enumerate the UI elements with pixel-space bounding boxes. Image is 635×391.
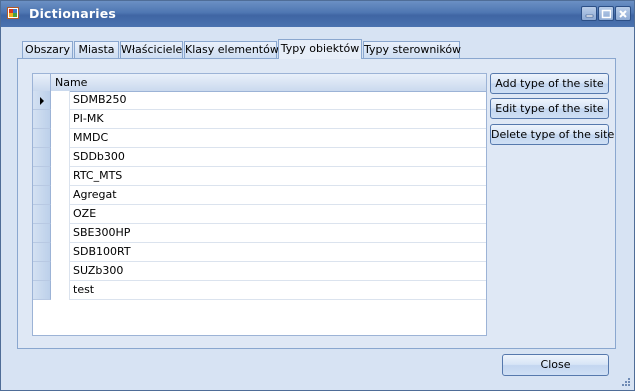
app-icon [7, 7, 19, 19]
window-title: Dictionaries [29, 6, 117, 21]
name-cell[interactable]: SBE300HP [69, 224, 486, 243]
grid-header: Name [33, 74, 486, 92]
close-button[interactable]: Close [502, 354, 609, 376]
column-header-name[interactable]: Name [55, 76, 87, 89]
name-cell[interactable]: RTC_MTS [69, 167, 486, 186]
row-selector[interactable] [33, 224, 51, 243]
tab-klasy-elementow[interactable]: Klasy elementów [184, 41, 279, 58]
table-row[interactable]: SDMB250 [33, 91, 486, 110]
row-selector[interactable] [33, 281, 51, 300]
table-row[interactable]: SUZb300 [33, 262, 486, 281]
types-grid[interactable]: Name SDMB250 PI-MK MMDC SDDb300 RTC_MTS … [32, 73, 487, 336]
table-row[interactable]: OZE [33, 205, 486, 224]
row-selector[interactable] [33, 110, 51, 129]
row-selector[interactable] [33, 148, 51, 167]
table-row[interactable]: SDDb300 [33, 148, 486, 167]
tab-obszary[interactable]: Obszary [22, 41, 73, 58]
minimize-icon [585, 14, 594, 18]
row-selector[interactable] [33, 243, 51, 262]
grid-corner [33, 74, 51, 91]
name-cell[interactable]: OZE [69, 205, 486, 224]
resize-grip-icon[interactable] [622, 378, 631, 387]
tab-wlasciciele[interactable]: Właściciele [120, 41, 183, 58]
minimize-button[interactable] [581, 6, 597, 21]
row-selector[interactable] [33, 205, 51, 224]
table-row[interactable]: MMDC [33, 129, 486, 148]
table-row[interactable]: PI-MK [33, 110, 486, 129]
delete-type-button[interactable]: Delete type of the site [490, 124, 614, 145]
row-selector[interactable] [33, 129, 51, 148]
table-row[interactable]: RTC_MTS [33, 167, 486, 186]
tab-typy-sterownikow[interactable]: Typy sterowników [363, 41, 461, 58]
table-row[interactable]: SDB100RT [33, 243, 486, 262]
current-row-icon [40, 97, 44, 105]
name-cell[interactable]: SDB100RT [69, 243, 486, 262]
row-selector[interactable] [33, 167, 51, 186]
row-selector[interactable] [33, 186, 51, 205]
table-row[interactable]: test [33, 281, 486, 300]
name-cell[interactable]: MMDC [69, 129, 486, 148]
dictionaries-window: Dictionaries Obszary Miasta Właściciele … [0, 0, 635, 391]
name-cell[interactable]: PI-MK [69, 110, 486, 129]
maximize-icon [601, 9, 611, 19]
row-selector[interactable] [33, 91, 51, 110]
table-row[interactable]: Agregat [33, 186, 486, 205]
name-cell[interactable]: Agregat [69, 186, 486, 205]
add-type-button[interactable]: Add type of the site [490, 73, 609, 94]
title-bar[interactable]: Dictionaries [1, 1, 634, 27]
name-cell[interactable]: SDMB250 [69, 91, 486, 110]
close-window-button[interactable] [615, 6, 631, 21]
name-cell[interactable]: test [69, 281, 486, 300]
name-cell[interactable]: SUZb300 [69, 262, 486, 281]
tab-typy-obiektow[interactable]: Typy obiektów [278, 39, 362, 59]
tab-miasta[interactable]: Miasta [74, 41, 119, 58]
name-cell[interactable]: SDDb300 [69, 148, 486, 167]
maximize-button[interactable] [598, 6, 614, 21]
table-row[interactable]: SBE300HP [33, 224, 486, 243]
close-icon [619, 10, 627, 18]
edit-type-button[interactable]: Edit type of the site [490, 98, 609, 119]
row-selector[interactable] [33, 262, 51, 281]
